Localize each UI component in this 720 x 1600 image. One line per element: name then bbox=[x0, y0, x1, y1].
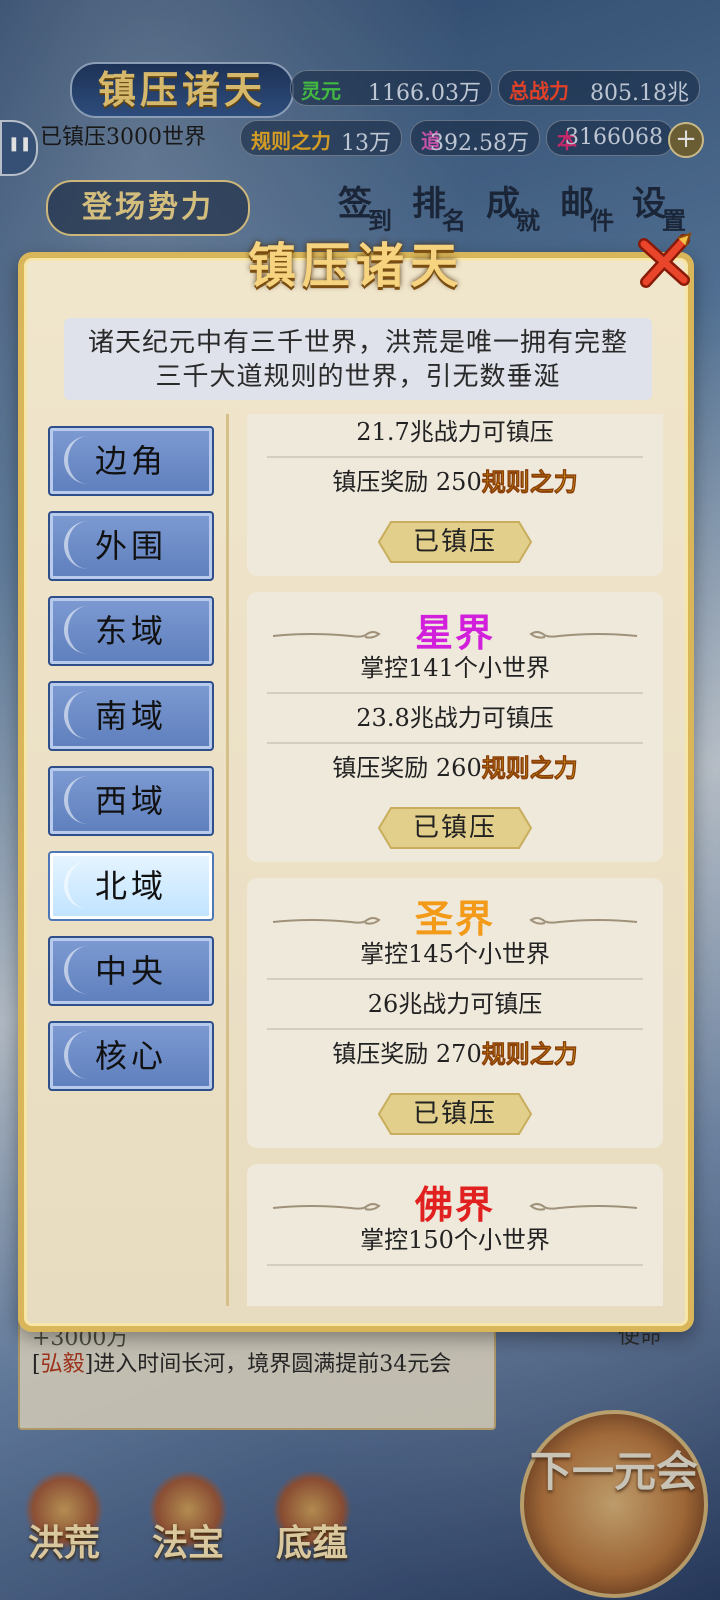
tab-zhongyang[interactable]: 中央 bbox=[48, 936, 214, 1006]
suppressed-button[interactable]: 已镇压 bbox=[377, 520, 533, 564]
world-card: 星界 掌控141个小世界 23.8兆战力可镇压 镇压奖励 260规则之力 已镇压 bbox=[247, 592, 663, 862]
region-tabs: 边角 外围 东域 南域 西域 北域 中央 核心 bbox=[48, 426, 216, 1106]
ornament-right-icon bbox=[527, 628, 639, 642]
tab-dongyu[interactable]: 东域 bbox=[48, 596, 214, 666]
reward-line: 镇压奖励 270规则之力 bbox=[332, 1039, 578, 1069]
world-list[interactable]: 掌控133个小世界21.7兆战力可镇压镇压奖励 250规则之力已镇压星界掌控14… bbox=[226, 414, 667, 1306]
close-button[interactable] bbox=[634, 230, 696, 292]
world-card: 圣界 掌控145个小世界 26兆战力可镇压 镇压奖励 270规则之力 已镇压 bbox=[247, 878, 663, 1148]
suppressed-button[interactable]: 已镇压 bbox=[377, 1092, 533, 1136]
world-count: 掌控141个小世界 bbox=[267, 644, 643, 694]
required-power: 23.8兆战力可镇压 bbox=[267, 694, 643, 744]
required-power: 26兆战力可镇压 bbox=[267, 980, 643, 1030]
world-count: 掌控150个小世界 bbox=[267, 1216, 643, 1266]
reward-line: 镇压奖励 260规则之力 bbox=[332, 753, 578, 783]
description-box: 诸天纪元中有三千世界，洪荒是唯一拥有完整三千大道规则的世界，引无数垂涎 bbox=[64, 318, 652, 400]
ornament-left-icon bbox=[271, 628, 383, 642]
required-power: 21.7兆战力可镇压 bbox=[267, 414, 643, 458]
tab-nanyu[interactable]: 南域 bbox=[48, 681, 214, 751]
dialog-title: 镇压诸天 bbox=[247, 238, 464, 294]
world-count: 掌控145个小世界 bbox=[267, 930, 643, 980]
ornament-right-icon bbox=[527, 914, 639, 928]
ornament-left-icon bbox=[271, 1200, 383, 1214]
tab-bianjiao[interactable]: 边角 bbox=[48, 426, 214, 496]
tab-hexin[interactable]: 核心 bbox=[48, 1021, 214, 1091]
tab-beiyu[interactable]: 北域 bbox=[48, 851, 214, 921]
suppress-dialog: 镇压诸天 诸天纪元中有三千世界，洪荒是唯一拥有完整三千大道规则的世界，引无数垂涎… bbox=[18, 232, 694, 1332]
tab-xiyu[interactable]: 西域 bbox=[48, 766, 214, 836]
reward-line: 镇压奖励 250规则之力 bbox=[332, 467, 578, 497]
world-card: 佛界 掌控150个小世界 bbox=[247, 1164, 663, 1306]
tab-waiwei[interactable]: 外围 bbox=[48, 511, 214, 581]
ornament-right-icon bbox=[527, 1200, 639, 1214]
suppressed-button[interactable]: 已镇压 bbox=[377, 806, 533, 850]
world-card: 掌控133个小世界21.7兆战力可镇压镇压奖励 250规则之力已镇压 bbox=[247, 414, 663, 576]
ornament-left-icon bbox=[271, 914, 383, 928]
close-icon bbox=[638, 232, 692, 288]
